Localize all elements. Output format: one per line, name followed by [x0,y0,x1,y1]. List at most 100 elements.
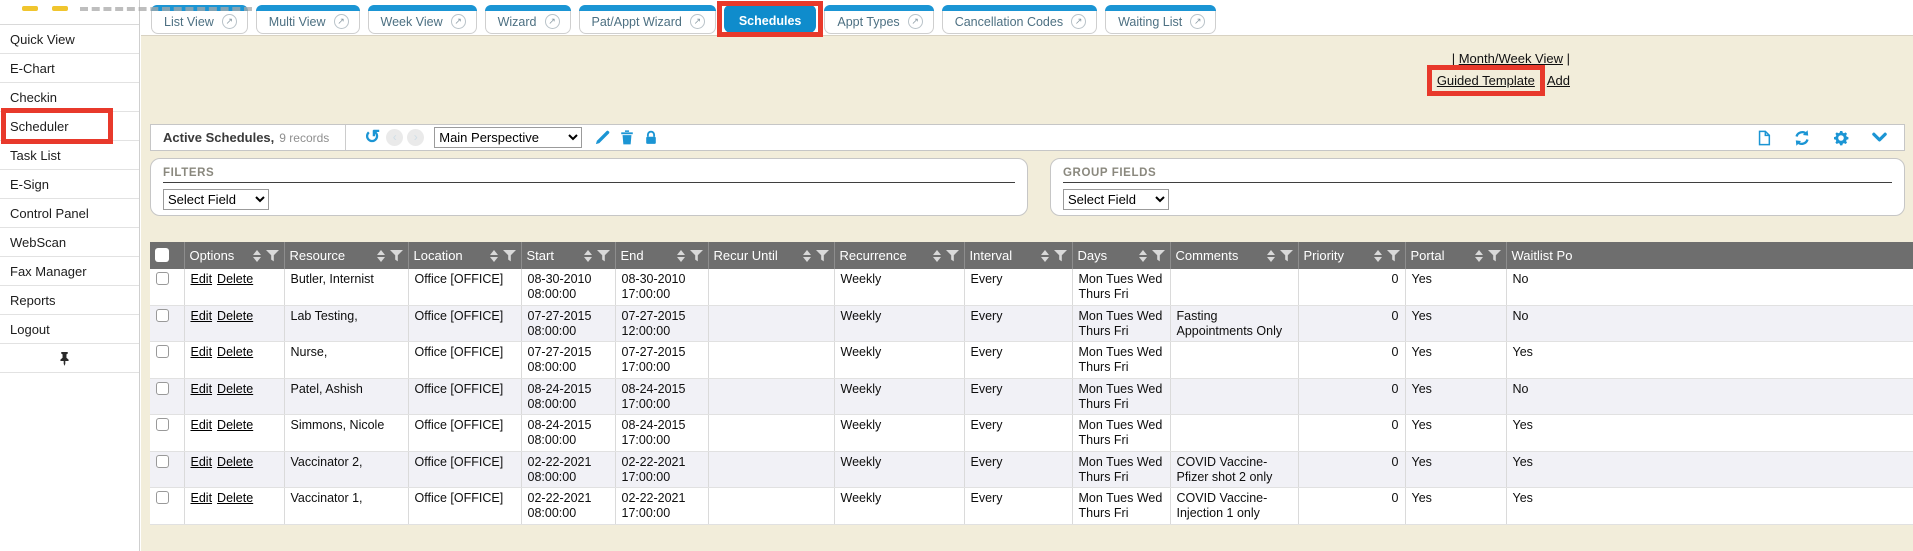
column-header-resource[interactable]: Resource [284,242,408,269]
sort-icon[interactable] [253,250,261,262]
sort-icon[interactable] [490,250,498,262]
sort-icon[interactable] [377,250,385,262]
filter-funnel-icon[interactable] [1280,250,1293,262]
sort-icon[interactable] [1041,250,1049,262]
column-header-end[interactable]: End [615,242,708,269]
filter-funnel-icon[interactable] [597,250,610,262]
row-checkbox[interactable] [156,455,169,468]
filter-funnel-icon[interactable] [946,250,959,262]
next-perspective-button[interactable]: › [407,129,424,146]
filter-funnel-icon[interactable] [390,250,403,262]
sidebar-item-fax-manager[interactable]: Fax Manager [0,257,139,286]
delete-link[interactable]: Delete [217,309,253,323]
month-week-view-link[interactable]: Month/Week View [1459,51,1563,66]
sort-icon[interactable] [1374,250,1382,262]
delete-link[interactable]: Delete [217,491,253,505]
column-header-priority[interactable]: Priority [1298,242,1405,269]
edit-link[interactable]: Edit [191,455,213,469]
delete-link[interactable]: Delete [217,418,253,432]
filter-funnel-icon[interactable] [266,250,279,262]
filter-funnel-icon[interactable] [690,250,703,262]
tab-appt-types[interactable]: Appt Types↗ [824,5,933,34]
delete-perspective-button[interactable] [619,129,635,146]
undo-button[interactable]: ↺ [364,130,380,146]
sort-icon[interactable] [1267,250,1275,262]
settings-button[interactable] [1832,129,1850,147]
tab-cancellation-codes[interactable]: Cancellation Codes↗ [942,5,1097,34]
collapse-toolbar-button[interactable] [1871,131,1888,145]
tab-waiting-list[interactable]: Waiting List↗ [1105,5,1216,34]
filter-funnel-icon[interactable] [1488,250,1501,262]
delete-link[interactable]: Delete [217,455,253,469]
lock-button[interactable] [643,129,659,146]
filter-funnel-icon[interactable] [1152,250,1165,262]
sidebar-item-checkin[interactable]: Checkin [0,83,139,112]
sort-icon[interactable] [803,250,811,262]
sidebar-item-quick-view[interactable]: Quick View [0,25,139,54]
edit-link[interactable]: Edit [191,491,213,505]
edit-link[interactable]: Edit [191,309,213,323]
sidebar-item-logout[interactable]: Logout [0,315,139,344]
guided-template-link[interactable]: Guided Template [1437,73,1535,88]
filter-funnel-icon[interactable] [1387,250,1400,262]
refresh-button[interactable] [1793,129,1811,147]
tab-week-view[interactable]: Week View↗ [368,5,477,34]
edit-perspective-button[interactable] [594,129,611,146]
column-header-interval[interactable]: Interval [964,242,1072,269]
sidebar-pin-button[interactable] [0,344,139,373]
sidebar-item-task-list[interactable]: Task List [0,141,139,170]
delete-link[interactable]: Delete [217,272,253,286]
column-header-waitlist-po[interactable]: Waitlist Po [1506,242,1913,269]
delete-link[interactable]: Delete [217,345,253,359]
prev-perspective-button[interactable]: ‹ [386,129,403,146]
sidebar-item-reports[interactable]: Reports [0,286,139,315]
sort-icon[interactable] [677,250,685,262]
column-header-days[interactable]: Days [1072,242,1170,269]
open-new-tab-icon[interactable]: ↗ [334,14,349,29]
sort-icon[interactable] [1475,250,1483,262]
open-new-tab-icon[interactable]: ↗ [1071,14,1086,29]
tab-multi-view[interactable]: Multi View↗ [256,5,360,34]
filter-funnel-icon[interactable] [503,250,516,262]
sort-icon[interactable] [1139,250,1147,262]
edit-link[interactable]: Edit [191,272,213,286]
sidebar-item-e-chart[interactable]: E-Chart [0,54,139,83]
group-fields-select[interactable]: Select Field [1063,189,1169,210]
sort-icon[interactable] [933,250,941,262]
new-document-button[interactable] [1756,129,1772,147]
tab-schedules[interactable]: Schedules [724,5,817,33]
row-checkbox[interactable] [156,418,169,431]
select-all-header[interactable] [150,242,184,269]
open-new-tab-icon[interactable]: ↗ [908,14,923,29]
sidebar-item-webscan[interactable]: WebScan [0,228,139,257]
column-header-recurrence[interactable]: Recurrence [834,242,964,269]
open-new-tab-icon[interactable]: ↗ [545,14,560,29]
filter-funnel-icon[interactable] [1054,250,1067,262]
sort-icon[interactable] [584,250,592,262]
column-header-comments[interactable]: Comments [1170,242,1298,269]
add-link[interactable]: Add [1547,71,1570,90]
select-all-checkbox[interactable] [155,248,169,262]
tab-pat-appt-wizard[interactable]: Pat/Appt Wizard↗ [579,5,716,34]
row-checkbox[interactable] [156,382,169,395]
edit-link[interactable]: Edit [191,418,213,432]
filter-funnel-icon[interactable] [816,250,829,262]
open-new-tab-icon[interactable]: ↗ [690,14,705,29]
row-checkbox[interactable] [156,272,169,285]
row-checkbox[interactable] [156,491,169,504]
sidebar-item-control-panel[interactable]: Control Panel [0,199,139,228]
open-new-tab-icon[interactable]: ↗ [451,14,466,29]
column-header-portal[interactable]: Portal [1405,242,1506,269]
row-checkbox[interactable] [156,309,169,322]
column-header-start[interactable]: Start [521,242,615,269]
column-header-options[interactable]: Options [184,242,284,269]
edit-link[interactable]: Edit [191,382,213,396]
tab-wizard[interactable]: Wizard↗ [485,5,571,34]
perspective-select[interactable]: Main Perspective [434,127,582,148]
sidebar-item-scheduler[interactable]: Scheduler [0,112,139,141]
filters-field-select[interactable]: Select Field [163,189,269,210]
delete-link[interactable]: Delete [217,382,253,396]
column-header-recur-until[interactable]: Recur Until [708,242,834,269]
sidebar-item-e-sign[interactable]: E-Sign [0,170,139,199]
row-checkbox[interactable] [156,345,169,358]
